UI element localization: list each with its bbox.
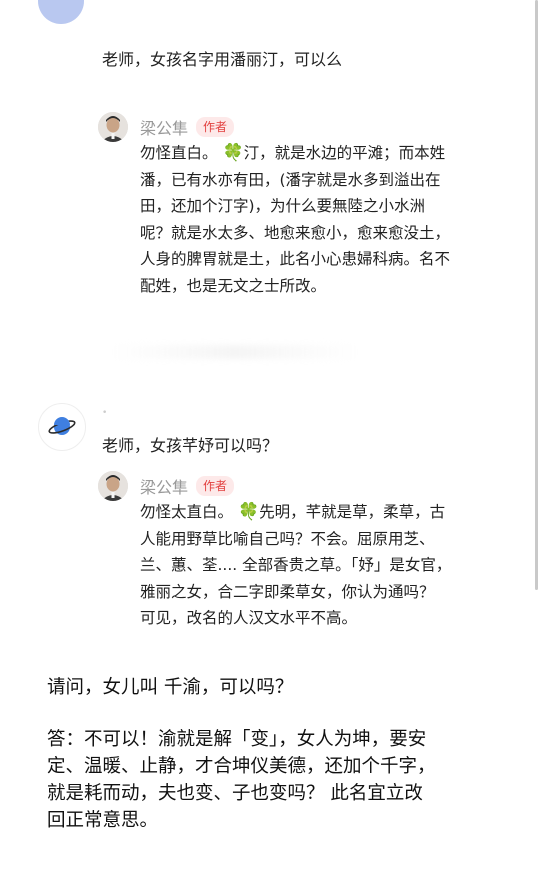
author-badge: 作者 — [196, 117, 235, 137]
post-question: 请问，女儿叫 千渝，可以吗？ — [47, 677, 294, 698]
author-row-2: 梁公隼 作者 — [98, 471, 235, 501]
four-leaf-clover-icon: 🍀 — [237, 502, 260, 522]
reply-line: 勿怪直白。 🍀汀，就是水边的平滩；而本姓 — [140, 143, 446, 163]
reply-line: 雅丽之女，合二字即柔草女，你认为通吗？ — [140, 582, 435, 601]
decorative-dot: • — [102, 408, 108, 418]
reply-line: 配姓，也是无文之士所改。 — [140, 276, 327, 295]
answer-line: 定、温暖、止静，才合坤仪美德，还加个千字， — [47, 756, 436, 777]
reply-line: 兰、蕙、荃.... 全部香贵之草。「妤」是女官， — [140, 556, 452, 575]
author-name[interactable]: 梁公隼 — [140, 474, 188, 498]
divider — [110, 345, 360, 359]
comment-question-2: 老师，女孩芊妤可以吗？ — [102, 436, 279, 455]
four-leaf-clover-icon: 🍀 — [222, 143, 244, 163]
reply-line: 人身的脾胃就是土，此名小心患婦科病。名不 — [140, 250, 451, 269]
reply-line: 人能用野草比喻自己吗？不会。屈原用芝、 — [140, 529, 435, 548]
author-row-1: 梁公隼 作者 — [98, 112, 235, 142]
author-portrait-icon — [98, 112, 128, 142]
answer-line: 就是耗而动，夫也变、子也变吗？ 此名宜立改 — [47, 783, 423, 804]
reply-line: 呢？就是水太多、地愈来愈小，愈来愈没土， — [140, 223, 451, 242]
planet-icon — [48, 417, 76, 435]
answer-line: 答：不可以！渝就是解「变」，女人为坤，要安 — [47, 729, 427, 750]
reply-text-1: 勿怪直白。 🍀汀，就是水边的平滩；而本姓 潘，已有水亦有田，(潘字就是水多到溢出… — [140, 140, 450, 300]
reply-text-2: 勿怪太直白。 🍀先明，芊就是草，柔草，古 人能用野草比喻自己吗？不会。屈原用芝、… — [140, 499, 451, 632]
author-portrait-icon — [98, 471, 128, 501]
scrollbar[interactable] — [535, 0, 538, 590]
answer-line: 回正常意思。 — [47, 810, 159, 831]
user-avatar[interactable] — [38, 403, 86, 451]
reply-line: 可见，改名的人汉文水平不高。 — [140, 609, 358, 628]
reply-line: 田，还加个汀字)，为什么要無陸之小水洲 — [140, 197, 426, 216]
post-answer: 答：不可以！渝就是解「变」，女人为坤，要安 定、温暖、止静，才合坤仪美德，还加个… — [47, 726, 436, 834]
reply-line: 勿怪太直白。 🍀先明，芊就是草，柔草，古 — [140, 502, 446, 522]
user-avatar[interactable] — [38, 0, 84, 24]
author-avatar[interactable] — [98, 112, 128, 142]
author-name[interactable]: 梁公隼 — [140, 115, 188, 139]
author-avatar[interactable] — [98, 471, 128, 501]
comment-question-1: 老师，女孩名字用潘丽汀，可以么 — [102, 50, 343, 69]
author-badge: 作者 — [196, 476, 235, 496]
reply-line: 潘，已有水亦有田，(潘字就是水多到溢出在 — [140, 170, 441, 189]
